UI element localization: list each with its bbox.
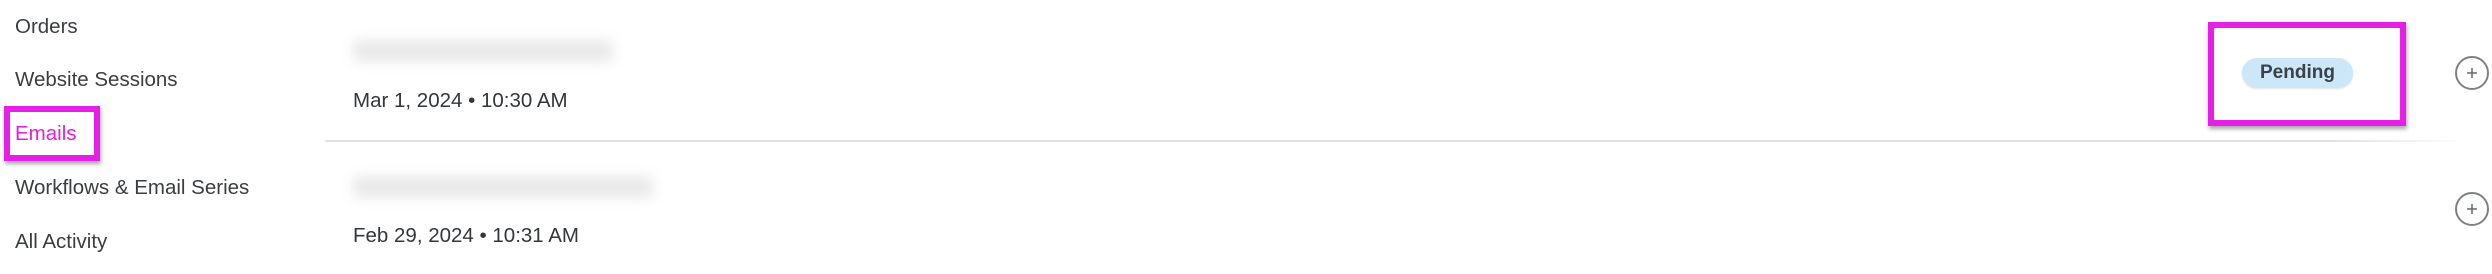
row-title-redacted xyxy=(353,172,653,200)
row-date: Mar 1, 2024 • 10:30 AM xyxy=(353,89,568,112)
add-button[interactable] xyxy=(2455,192,2489,226)
sidebar-item-website-sessions[interactable]: Website Sessions xyxy=(15,67,178,93)
row-title-redacted xyxy=(353,36,613,64)
activity-page: Orders Website Sessions Emails Workflows… xyxy=(0,0,2492,274)
status-badge: Pending xyxy=(2242,58,2353,88)
sidebar-item-emails[interactable]: Emails xyxy=(15,121,77,147)
sidebar-item-orders[interactable]: Orders xyxy=(15,14,78,40)
add-button[interactable] xyxy=(2455,56,2489,90)
sidebar-item-all-activity[interactable]: All Activity xyxy=(15,229,107,255)
plus-circle-icon xyxy=(2467,204,2477,214)
activity-list: Mar 1, 2024 • 10:30 AM Pending Feb 29, 2… xyxy=(325,0,2492,274)
list-item[interactable]: Feb 29, 2024 • 10:31 AM xyxy=(325,142,2492,274)
sidebar-item-workflows-email-series[interactable]: Workflows & Email Series xyxy=(15,175,249,201)
plus-circle-icon xyxy=(2467,68,2477,78)
list-item[interactable]: Mar 1, 2024 • 10:30 AM Pending xyxy=(325,0,2492,142)
activity-sidebar: Orders Website Sessions Emails Workflows… xyxy=(0,0,300,274)
row-date: Feb 29, 2024 • 10:31 AM xyxy=(353,224,580,247)
